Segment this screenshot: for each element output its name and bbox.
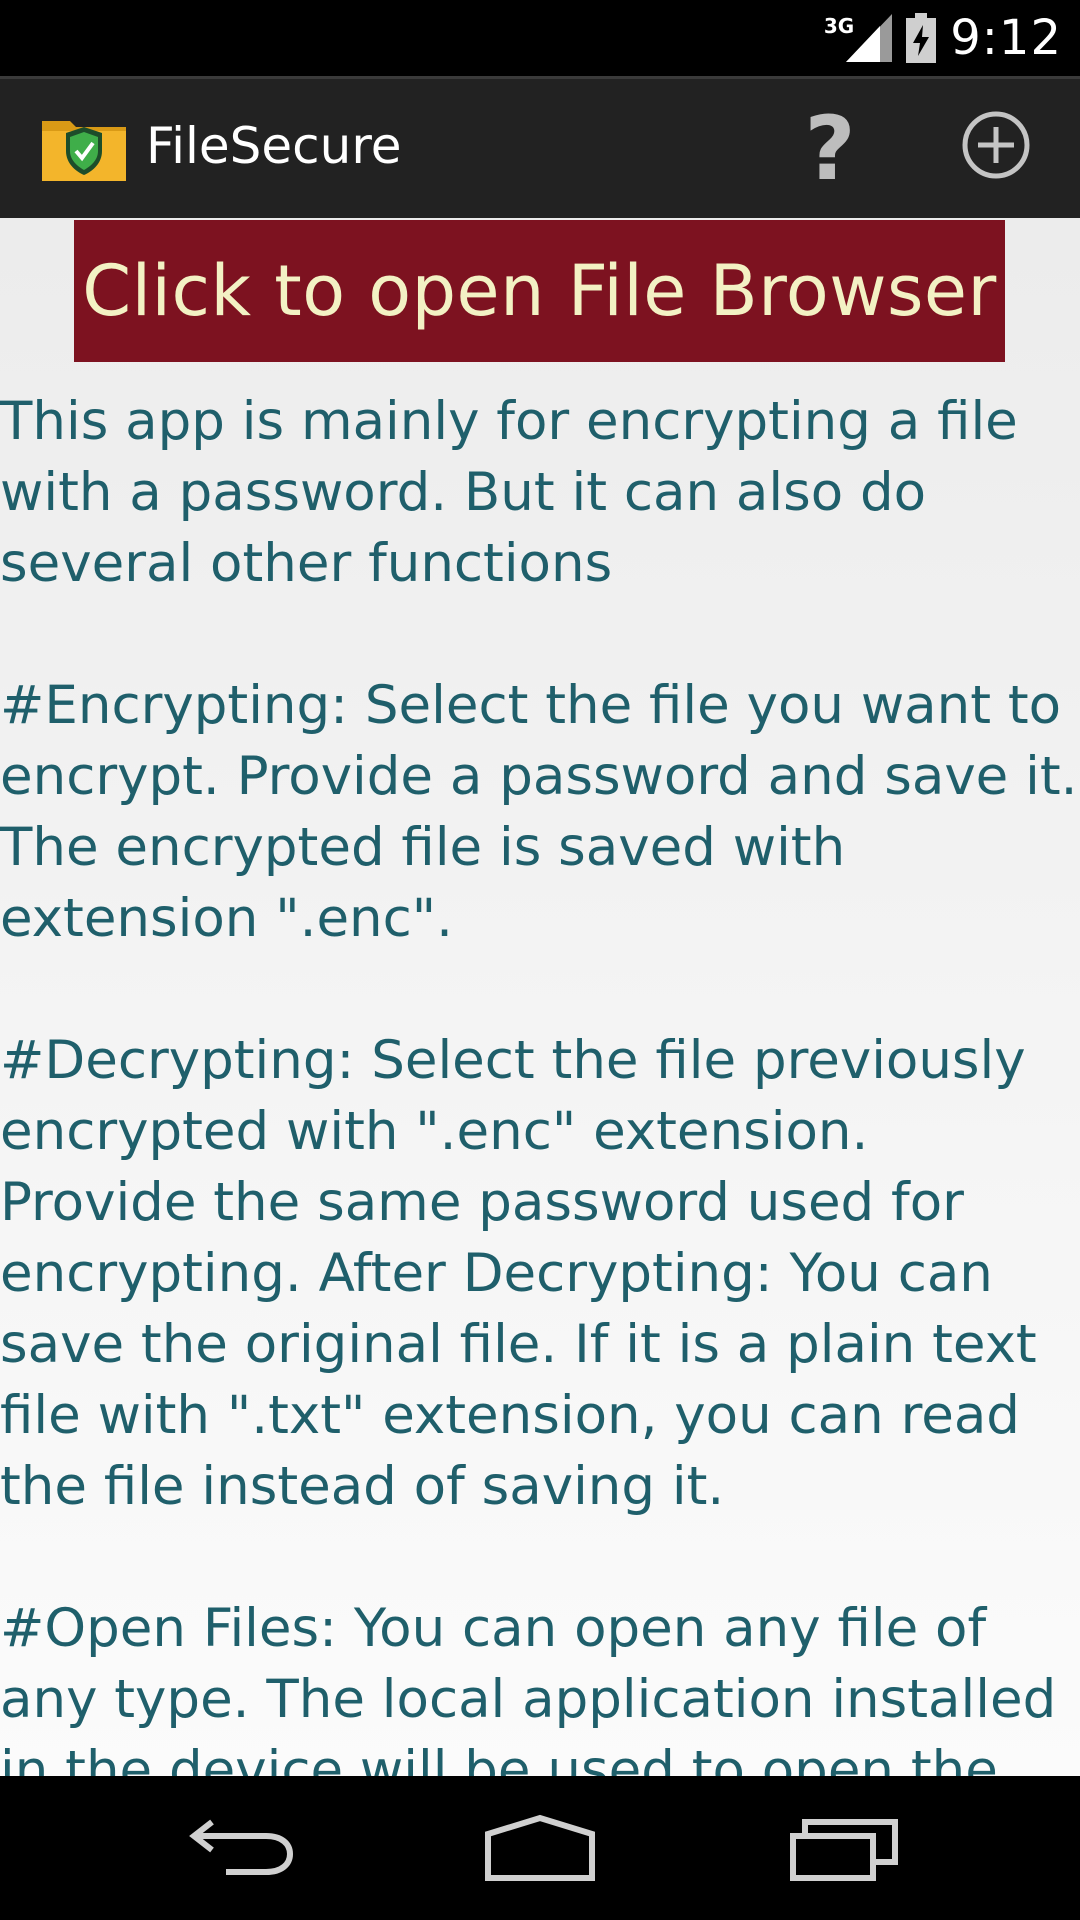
main-content: Click to open File Browser This app is m… — [0, 218, 1080, 1776]
battery-charging-icon — [906, 13, 937, 63]
help-icon: ? — [804, 96, 856, 200]
add-circle-icon[interactable] — [960, 109, 1032, 181]
status-clock: 9:12 — [950, 10, 1062, 66]
action-bar: FileSecure ? — [0, 76, 1080, 218]
instructions-text: This app is mainly for encrypting a file… — [0, 391, 1078, 1776]
status-bar: 3G 9:12 — [0, 0, 1080, 76]
network-type-label: 3G — [823, 14, 855, 38]
navigation-bar — [0, 1776, 1080, 1920]
open-file-browser-button[interactable]: Click to open File Browser — [74, 220, 1005, 362]
status-icons: 3G 9:12 — [802, 0, 1062, 76]
help-button[interactable]: ? — [790, 97, 870, 200]
back-icon[interactable] — [180, 1808, 300, 1888]
app-title: FileSecure — [146, 117, 402, 175]
folder-shield-icon — [42, 121, 126, 181]
home-icon[interactable] — [480, 1808, 600, 1888]
screen: 3G 9:12 FileSecure ? Click to open File … — [0, 0, 1080, 1920]
recent-apps-icon[interactable] — [785, 1808, 905, 1888]
